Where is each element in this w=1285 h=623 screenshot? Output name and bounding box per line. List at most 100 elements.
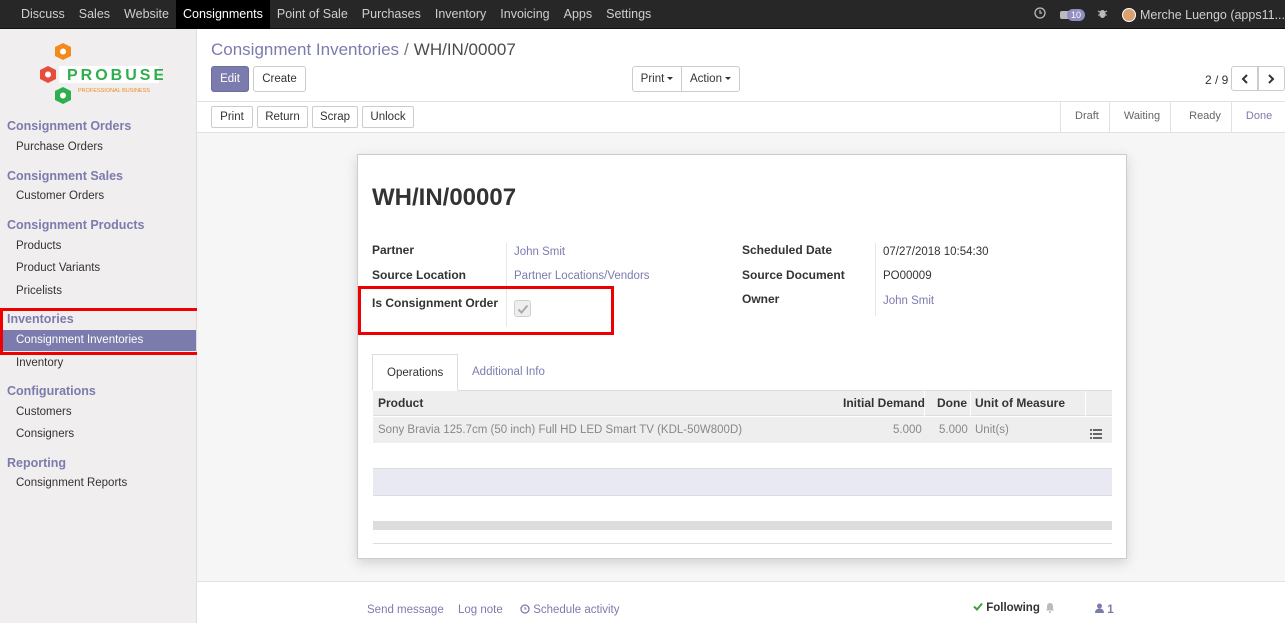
pager-next-button[interactable] (1258, 66, 1285, 91)
schedule-activity-label: Schedule activity (533, 604, 620, 616)
sidebar-item-inventory[interactable]: Inventory (0, 353, 196, 374)
print-dropdown-label: Print (640, 73, 665, 85)
sidebar-item-purchase-orders[interactable]: Purchase Orders (0, 137, 196, 158)
cell-done: 5.000 (939, 424, 968, 436)
caret-down-icon (667, 77, 674, 81)
print-button[interactable]: Print (211, 106, 253, 128)
message-count-badge: 10 (1066, 8, 1085, 21)
tab-additional-info[interactable]: Additional Info (458, 354, 559, 391)
user-avatar[interactable] (1121, 7, 1136, 22)
partner-field[interactable]: John Smit (514, 246, 565, 258)
sidebar-item-customers[interactable]: Customers (0, 402, 196, 423)
breadcrumb-separator: / (404, 40, 409, 59)
sidebar-item-consigners[interactable]: Consigners (0, 424, 196, 445)
schedule-activity-button[interactable]: Schedule activity (520, 604, 620, 616)
sidebar-section-consignment-orders[interactable]: Consignment Orders (7, 119, 131, 133)
check-icon (973, 602, 983, 611)
return-button[interactable]: Return (257, 106, 308, 128)
menu-apps[interactable]: Apps (557, 0, 600, 29)
sidebar-section-consignment-sales[interactable]: Consignment Sales (7, 169, 123, 183)
stage-draft[interactable]: Draft (1060, 101, 1109, 132)
clock-icon (520, 604, 530, 614)
table-row-empty (373, 469, 1112, 496)
print-dropdown[interactable]: Print (632, 66, 682, 92)
chevron-right-icon (1268, 74, 1275, 84)
logo-wordmark: PROBUSE PROFESSIONAL BUSINESS (59, 66, 164, 94)
sidebar-item-customer-orders[interactable]: Customer Orders (0, 186, 196, 207)
chatter-bar (197, 581, 1285, 623)
svg-text:PROBUSE: PROBUSE (67, 67, 163, 84)
source-document-field[interactable]: PO00009 (883, 270, 932, 282)
source-location-field[interactable]: Partner Locations/Vendors (514, 270, 650, 282)
highlight-box-consignment (358, 286, 614, 335)
menu-consignments[interactable]: Consignments (175, 0, 270, 29)
bell-icon[interactable] (1045, 602, 1055, 616)
messages-button[interactable]: 10 (1059, 8, 1085, 21)
stage-waiting[interactable]: Waiting (1108, 101, 1170, 132)
app-menu: Discuss Sales Website Consignments Point… (14, 0, 658, 29)
followers-count: 1 (1107, 604, 1114, 616)
clock-icon[interactable] (1034, 7, 1046, 22)
send-message-button[interactable]: Send message (367, 604, 444, 616)
followers-button[interactable]: 1 (1095, 603, 1114, 616)
table-bottom-border (373, 543, 1112, 544)
following-button[interactable]: Following (973, 602, 1040, 614)
status-stages: Draft Waiting Ready Done (1060, 101, 1282, 132)
company-logo[interactable]: PROBUSE PROFESSIONAL BUSINESS (38, 41, 164, 106)
sidebar-item-products[interactable]: Products (0, 236, 196, 257)
source-document-label: Source Document (742, 268, 845, 282)
source-location-label: Source Location (372, 268, 467, 282)
menu-point-of-sale[interactable]: Point of Sale (270, 0, 355, 29)
bug-icon[interactable] (1097, 7, 1108, 22)
partner-label: Partner (372, 243, 415, 257)
column-divider (970, 391, 971, 416)
sidebar-section-configurations[interactable]: Configurations (7, 384, 96, 398)
sidebar-item-product-variants[interactable]: Product Variants (0, 258, 196, 279)
scheduled-date-label: Scheduled Date (742, 243, 833, 257)
column-header-uom[interactable]: Unit of Measure (975, 391, 1065, 416)
menu-settings[interactable]: Settings (599, 0, 658, 29)
user-icon (1095, 603, 1104, 613)
cell-uom: Unit(s) (975, 424, 1009, 436)
caret-down-icon (724, 77, 731, 81)
pager-previous-button[interactable] (1231, 66, 1258, 91)
unlock-button[interactable]: Unlock (362, 106, 414, 128)
menu-inventory[interactable]: Inventory (428, 0, 493, 29)
column-header-initial-demand[interactable]: Initial Demand (843, 391, 925, 416)
stage-ready[interactable]: Ready (1170, 101, 1231, 132)
column-header-product[interactable]: Product (378, 391, 423, 416)
breadcrumb: Consignment Inventories / WH/IN/00007 (211, 40, 516, 60)
menu-invoicing[interactable]: Invoicing (493, 0, 556, 29)
record-title: WH/IN/00007 (372, 184, 517, 211)
owner-field[interactable]: John Smit (883, 295, 934, 307)
tab-operations[interactable]: Operations (372, 354, 459, 391)
systray: 10 Merche Luengo (apps11... (1034, 0, 1285, 29)
scrap-button[interactable]: Scrap (312, 106, 358, 128)
edit-button[interactable]: Edit (211, 66, 249, 92)
stage-done[interactable]: Done (1230, 101, 1282, 132)
sidebar-item-consignment-reports[interactable]: Consignment Reports (0, 473, 196, 494)
breadcrumb-parent[interactable]: Consignment Inventories (211, 40, 399, 59)
log-note-button[interactable]: Log note (458, 604, 503, 616)
pager-value[interactable]: 2 / 9 (1205, 73, 1228, 87)
column-divider (1085, 391, 1086, 416)
table-footer (373, 521, 1112, 530)
user-menu[interactable]: Merche Luengo (apps11... (1140, 8, 1285, 22)
svg-text:PROFESSIONAL BUSINESS: PROFESSIONAL BUSINESS (78, 88, 150, 94)
menu-purchases[interactable]: Purchases (355, 0, 428, 29)
menu-website[interactable]: Website (117, 0, 176, 29)
sidebar-section-consignment-products[interactable]: Consignment Products (7, 218, 145, 232)
action-dropdown-label: Action (690, 73, 722, 85)
table-row-empty (373, 443, 1112, 469)
menu-sales[interactable]: Sales (72, 0, 117, 29)
sidebar-item-pricelists[interactable]: Pricelists (0, 281, 196, 302)
following-label: Following (986, 602, 1040, 614)
menu-discuss[interactable]: Discuss (14, 0, 72, 29)
action-dropdown[interactable]: Action (681, 66, 740, 92)
create-button[interactable]: Create (253, 66, 306, 92)
sidebar-section-reporting[interactable]: Reporting (7, 456, 66, 470)
column-header-done[interactable]: Done (937, 391, 967, 416)
breadcrumb-current: WH/IN/00007 (413, 40, 516, 59)
scheduled-date-field[interactable]: 07/27/2018 10:54:30 (883, 246, 989, 258)
top-navbar: Discuss Sales Website Consignments Point… (0, 0, 1285, 29)
